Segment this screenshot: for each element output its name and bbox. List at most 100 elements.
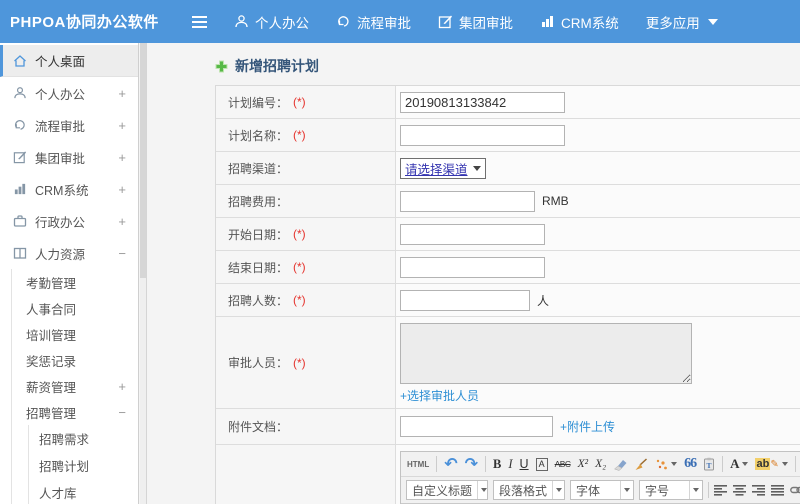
sidebar-item-hr-contract[interactable]: 人事合同 [12,295,138,321]
sidebar-item-attendance-mgmt[interactable]: 考勤管理 [12,269,138,295]
align-center-icon[interactable] [733,484,747,496]
nav-label: 集团审批 [459,15,513,31]
link-icon[interactable] [790,485,800,495]
field-value: +附件上传 [396,409,800,444]
expand-plus-icon[interactable]: + [118,214,126,229]
sidebar-scrollbar[interactable] [140,43,147,504]
align-right-icon[interactable] [752,484,766,496]
sidebar-item-label: CRM系统 [35,183,89,198]
paste-text-icon[interactable]: T [703,457,715,471]
main-content: 新增招聘计划 计划编号： (*) 计划名称： (*) 招聘 [148,43,800,504]
expand-plus-icon[interactable]: + [118,150,126,165]
collapse-minus-icon[interactable]: − [118,246,126,261]
sidebar-item-training-mgmt[interactable]: 培训管理 [12,321,138,347]
field-value [396,119,800,151]
plan-name-input[interactable] [400,124,565,146]
field-label: 开始日期： (*) [216,218,396,250]
toolbar-separator [794,456,796,472]
sidebar-item-human-resources[interactable]: 人力资源 − [0,237,138,269]
start-date-input[interactable] [400,223,545,245]
font-family-dropdown[interactable]: 字体 [570,480,634,500]
broom-icon[interactable] [634,457,648,471]
highlight-color-button[interactable]: ab ✎ [755,458,788,470]
expand-plus-icon[interactable]: + [118,86,126,101]
hamburger-menu-icon[interactable] [192,15,207,28]
plan-number-input[interactable] [400,91,565,113]
editor-toolbar-row1: HTML ↶ ↷ B I U A ABC X² X₂ 66 T A ab ✎ [401,452,800,477]
select-approvers-link[interactable]: +选择审批人员 [400,387,479,404]
field-label: 计划编号： (*) [216,86,396,118]
eraser-icon[interactable] [613,458,627,471]
align-justify-icon[interactable] [771,484,785,496]
custom-heading-dropdown[interactable]: 自定义标题 [406,480,488,500]
redo-icon[interactable]: ↷ [465,454,478,474]
attachment-input[interactable] [400,416,553,437]
sidebar-item-talent-pool[interactable]: 人才库 [29,479,138,504]
nav-workflow-approval[interactable]: 流程审批 [336,12,411,32]
font-color-label: A [730,456,740,471]
sidebar-item-label: 行政办公 [35,215,86,230]
sidebar-item-recruitment-plan[interactable]: 招聘计划 [29,452,138,479]
expand-plus-icon[interactable]: + [118,118,126,133]
required-mark: (*) [293,128,306,142]
toolbar-separator [436,456,438,472]
form-row-plan-name: 计划名称： (*) [216,119,800,152]
nav-personal-office[interactable]: 个人办公 [234,12,309,32]
italic-button[interactable]: I [508,457,512,472]
align-left-icon[interactable] [714,484,728,496]
undo-icon[interactable]: ↶ [444,454,457,474]
nav-crm-system[interactable]: CRM系统 [540,12,619,32]
sidebar-item-admin-office[interactable]: 行政办公 + [0,205,138,237]
font-color-button[interactable]: A [730,456,749,472]
field-label: 招聘人数： (*) [216,284,396,316]
topbar: PHPOA协同办公软件 个人办公 流程审批 集团审批 CRM系统 更多应用 [0,0,800,43]
sidebar-item-crm-system[interactable]: CRM系统 + [0,173,138,205]
expand-plus-icon[interactable]: + [118,379,126,394]
headcount-input[interactable] [400,289,530,311]
dropdown-value: 自定义标题 [412,483,473,498]
book-icon [13,246,27,260]
label-text: 招聘渠道： [228,161,289,176]
font-size-dropdown[interactable]: 字号 [639,480,703,500]
sidebar-item-label: 集团审批 [35,151,86,166]
sidebar-item-workflow-approval[interactable]: 流程审批 + [0,109,138,141]
sidebar-item-group-approval[interactable]: 集团审批 + [0,141,138,173]
sidebar-item-label: 奖惩记录 [26,354,77,369]
fee-input[interactable] [400,190,535,212]
sidebar-item-recruitment-demand[interactable]: 招聘需求 [29,425,138,452]
blockquote-button[interactable]: 66 [684,456,697,472]
paragraph-format-dropdown[interactable]: 段落格式 [493,480,565,500]
sidebar-item-personal-office[interactable]: 个人办公 + [0,77,138,109]
superscript-button[interactable]: X² [578,458,588,470]
toolbar-separator [708,482,709,498]
chart-icon [540,14,555,29]
form-row-channel: 招聘渠道： 请选择渠道 [216,152,800,185]
nav-label: 个人办公 [255,15,309,31]
sidebar-item-label: 招聘计划 [39,460,90,474]
pen-icon: ✎ [770,458,779,470]
label-text: 招聘人数： [228,293,289,308]
sidebar-item-reward-punishment[interactable]: 奖惩记录 [12,347,138,373]
field-value: 人 [396,284,800,316]
field-label [216,445,396,504]
html-source-button[interactable]: HTML [407,460,429,469]
underline-button[interactable]: U [520,457,529,471]
collapse-minus-icon[interactable]: − [118,405,126,420]
nav-more-apps[interactable]: 更多应用 [646,12,718,32]
bold-button[interactable]: B [493,457,501,472]
strikethrough-button[interactable]: ABC [555,459,571,469]
channel-select[interactable]: 请选择渠道 [400,157,486,179]
workflow-icon [13,118,27,132]
sidebar-item-recruitment-mgmt[interactable]: 招聘管理 − [12,399,138,425]
approvers-textarea[interactable] [400,323,692,384]
end-date-input[interactable] [400,256,545,278]
border-text-button[interactable]: A [535,457,548,471]
expand-plus-icon[interactable]: + [118,182,126,197]
attachment-upload-link[interactable]: +附件上传 [560,418,615,435]
sidebar-item-personal-desktop[interactable]: 个人桌面 [0,45,138,77]
sidebar-item-salary-mgmt[interactable]: 薪资管理 + [12,373,138,399]
subscript-button[interactable]: X₂ [595,458,606,470]
format-magic-icon[interactable] [655,458,678,471]
nav-group-approval[interactable]: 集团审批 [438,12,513,32]
scrollbar-thumb[interactable] [140,43,146,278]
